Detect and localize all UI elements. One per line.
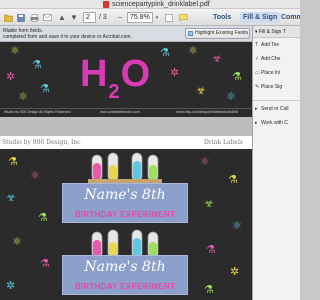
atom-icon: ⚛ — [12, 236, 22, 248]
name-label-box[interactable]: Name's 8th BIRTHDAY EXPERIMENT — [62, 183, 188, 223]
atom-icon: ⚛ — [10, 45, 20, 57]
biohazard-icon: ☣ — [196, 85, 206, 97]
pdf-icon — [103, 1, 109, 8]
etsy-text: www.etsy.com/shop/printablestudio806 — [176, 110, 238, 114]
test-tubes-icon — [88, 152, 162, 183]
send-collect-section[interactable]: ▸ Send or Coll — [255, 106, 289, 112]
biohazard-icon: ☣ — [212, 53, 222, 65]
panel-header[interactable]: ▾ Fill & Sign T — [253, 26, 300, 38]
page-header-right: Drink Labels — [204, 139, 243, 146]
beaker-icon: ⚗ — [206, 244, 216, 256]
place-initials-item[interactable]: ▭Place Ini — [255, 70, 280, 76]
beaker-icon: ⚗ — [38, 212, 48, 224]
copyright-text: Studio by 806 Design All Rights Reserved — [4, 110, 71, 114]
place-signature-item[interactable]: ✎ Place Sig — [255, 84, 282, 90]
atom-icon: ⚛ — [226, 91, 236, 103]
comment-bubble-icon[interactable] — [178, 12, 188, 23]
title-bar: sciencepartypink_drinklabel.pdf — [0, 0, 300, 9]
flask-icon: ⚗ — [228, 174, 238, 186]
form-notice-bar: fillable form fields. completed form and… — [0, 26, 252, 42]
atom-icon: ⚛ — [30, 170, 40, 182]
window-title: sciencepartypink_drinklabel.pdf — [112, 1, 210, 8]
work-with-section[interactable]: ▸ Work with C — [255, 120, 288, 126]
flask-icon: ⚗ — [204, 284, 214, 296]
atom-icon: ⚛ — [18, 91, 28, 103]
beaker-icon: ⚗ — [32, 59, 42, 71]
print-icon[interactable] — [29, 12, 39, 23]
panel-divider — [253, 100, 300, 101]
add-text-item[interactable]: T Add Tex — [255, 42, 279, 48]
save-icon[interactable] — [16, 12, 26, 23]
molecule-icon: ✲ — [230, 266, 240, 278]
fill-sign-panel: ▾ Fill & Sign T T Add Tex ✓ Add Che ▭Place… — [252, 26, 300, 300]
atom-icon: ⚛ — [188, 45, 198, 57]
zoom-dropdown-icon[interactable]: ▾ — [154, 12, 160, 23]
biohazard-icon: ☣ — [6, 192, 16, 204]
website-text: www.printablestudio.com — [100, 110, 140, 114]
tab-fill-sign[interactable]: Fill & Sign — [240, 12, 281, 23]
page-down-icon[interactable]: ▼ — [70, 12, 78, 23]
page-up-icon[interactable]: ▲ — [58, 12, 66, 23]
zoom-level-input[interactable]: 75.8% — [127, 12, 153, 23]
fit-page-icon[interactable] — [164, 12, 174, 23]
name-text: Name's 8th — [84, 259, 166, 275]
document-viewport[interactable]: H2O ⚛ ⚗ ✲ ⚗ ⚛ ⚗ ⚛ ☣ ⚗ ☣ ⚛ ✲ Studio by 80… — [0, 42, 252, 300]
flask-icon: ⚗ — [8, 156, 18, 168]
tab-tools[interactable]: Tools — [213, 12, 231, 23]
molecule-icon: ✲ — [170, 67, 180, 79]
open-file-icon[interactable] — [3, 12, 13, 23]
highlight-fields-label: Highlight Existing Fields — [195, 30, 249, 36]
birthday-labels: Name's 8th BIRTHDAY EXPERIMENT Name's 8t… — [0, 149, 252, 300]
event-text: BIRTHDAY EXPERIMENT — [74, 210, 176, 219]
name-text: Name's 8th — [84, 187, 166, 203]
event-text: BIRTHDAY EXPERIMENT — [74, 282, 176, 291]
toolbar: ▲ ▼ 2 / 3 − 75.8% ▾ Tools Fill & Sign Co… — [0, 9, 300, 26]
h2o-title: H2O — [80, 53, 152, 103]
molecule-icon: ✲ — [6, 280, 16, 292]
biohazard-icon: ☣ — [204, 198, 214, 210]
email-icon[interactable] — [42, 12, 52, 23]
atom-icon: ⚛ — [200, 156, 210, 168]
notice-line-2: completed form and save it to your devic… — [3, 34, 132, 40]
name-label-box[interactable]: Name's 8th BIRTHDAY EXPERIMENT — [62, 255, 188, 295]
page-gap — [0, 117, 252, 136]
flask-icon: ⚗ — [40, 83, 50, 95]
page-header: Studio by 806 Design, Inc Drink Labels — [0, 136, 252, 149]
zoom-out-icon[interactable]: − — [116, 12, 124, 23]
page-header-left: Studio by 806 Design, Inc — [2, 139, 81, 146]
flask-icon: ⚗ — [40, 258, 50, 270]
app-window: sciencepartypink_drinklabel.pdf ▲ ▼ 2 / … — [0, 0, 300, 300]
highlight-fields-button[interactable]: Highlight Existing Fields — [185, 28, 250, 39]
tab-comment[interactable]: Comm — [281, 12, 300, 23]
page-number-input[interactable]: 2 — [83, 12, 96, 23]
molecule-icon: ✲ — [6, 71, 16, 83]
h2o-label: H2O ⚛ ⚗ ✲ ⚗ ⚛ ⚗ ⚛ ☣ ⚗ ☣ ⚛ ✲ — [0, 42, 252, 108]
flask-icon: ⚗ — [232, 71, 242, 83]
label-footer: Studio by 806 Design All Rights Reserved… — [0, 108, 252, 117]
page-total: / 3 — [99, 14, 107, 21]
beaker-icon: ⚗ — [160, 47, 170, 59]
highlight-icon — [188, 31, 193, 36]
add-checkmark-item[interactable]: ✓ Add Che — [255, 56, 280, 62]
atom-icon: ⚛ — [232, 220, 242, 232]
